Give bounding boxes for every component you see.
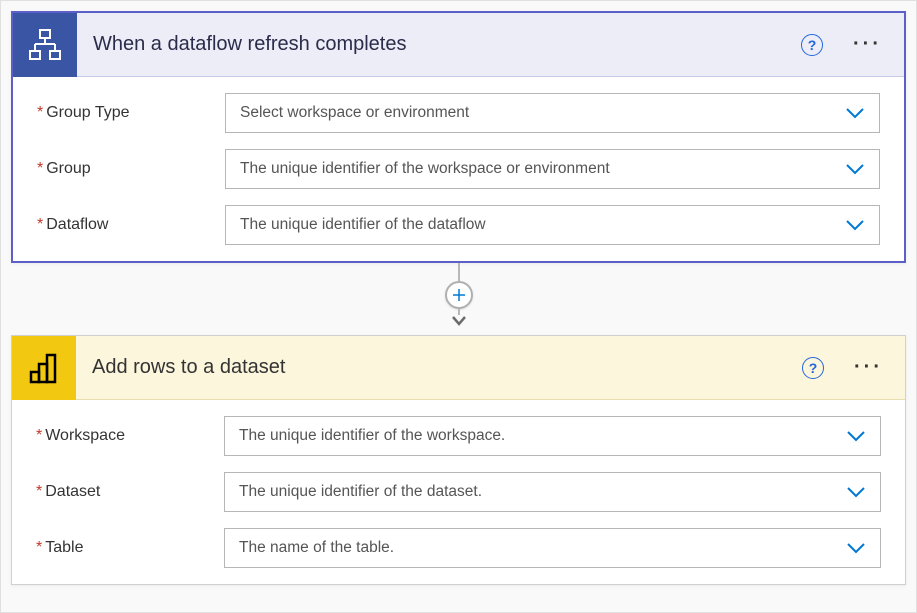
form-row: *Dataset The unique identifier of the da…: [36, 472, 881, 512]
required-star-icon: *: [37, 216, 43, 233]
more-menu-icon[interactable]: ···: [849, 29, 886, 60]
action-card-header[interactable]: Add rows to a dataset ? ···: [12, 336, 905, 400]
field-label: *Dataflow: [37, 216, 225, 234]
chevron-down-icon: [845, 107, 865, 119]
form-row: *Group The unique identifier of the work…: [37, 149, 880, 189]
required-star-icon: *: [36, 483, 42, 500]
field-label: *Dataset: [36, 483, 224, 501]
dropdown-placeholder: The unique identifier of the dataflow: [240, 216, 486, 234]
form-row: *Workspace The unique identifier of the …: [36, 416, 881, 456]
field-label: *Workspace: [36, 427, 224, 445]
action-title: Add rows to a dataset: [92, 356, 786, 379]
dataset-dropdown[interactable]: The unique identifier of the dataset.: [224, 472, 881, 512]
connector-line: [458, 263, 460, 281]
chevron-down-icon: [846, 542, 866, 554]
field-label: *Group: [37, 160, 225, 178]
required-star-icon: *: [36, 427, 42, 444]
chevron-down-icon: [846, 486, 866, 498]
chevron-down-icon: [845, 163, 865, 175]
powerbi-bar-chart-icon: [26, 350, 62, 386]
step-connector: [11, 263, 906, 335]
required-star-icon: *: [37, 160, 43, 177]
dropdown-placeholder: The unique identifier of the dataset.: [239, 483, 482, 501]
action-card: Add rows to a dataset ? ··· *Workspace T…: [11, 335, 906, 585]
field-label: *Table: [36, 539, 224, 557]
table-dropdown[interactable]: The name of the table.: [224, 528, 881, 568]
dropdown-placeholder: The name of the table.: [239, 539, 394, 557]
more-menu-icon[interactable]: ···: [850, 352, 887, 383]
dropdown-placeholder: The unique identifier of the workspace o…: [240, 160, 610, 178]
trigger-card-header[interactable]: When a dataflow refresh completes ? ···: [13, 13, 904, 77]
required-star-icon: *: [37, 104, 43, 121]
trigger-title: When a dataflow refresh completes: [93, 33, 785, 56]
dataflow-branch-icon: [27, 27, 63, 63]
action-card-body: *Workspace The unique identifier of the …: [12, 400, 905, 584]
workspace-dropdown[interactable]: The unique identifier of the workspace.: [224, 416, 881, 456]
help-icon[interactable]: ?: [802, 357, 824, 379]
dropdown-placeholder: The unique identifier of the workspace.: [239, 427, 505, 445]
field-label: *Group Type: [37, 104, 225, 122]
trigger-icon-box: [13, 13, 77, 77]
help-icon[interactable]: ?: [801, 34, 823, 56]
form-row: *Table The name of the table.: [36, 528, 881, 568]
required-star-icon: *: [36, 539, 42, 556]
dropdown-placeholder: Select workspace or environment: [240, 104, 469, 122]
group-dropdown[interactable]: The unique identifier of the workspace o…: [225, 149, 880, 189]
group-type-dropdown[interactable]: Select workspace or environment: [225, 93, 880, 133]
chevron-down-icon: [846, 430, 866, 442]
trigger-card: When a dataflow refresh completes ? ··· …: [11, 11, 906, 263]
trigger-card-body: *Group Type Select workspace or environm…: [13, 77, 904, 261]
dataflow-dropdown[interactable]: The unique identifier of the dataflow: [225, 205, 880, 245]
form-row: *Dataflow The unique identifier of the d…: [37, 205, 880, 245]
plus-icon: [452, 288, 466, 302]
action-icon-box: [12, 336, 76, 400]
form-row: *Group Type Select workspace or environm…: [37, 93, 880, 133]
add-step-button[interactable]: [445, 281, 473, 309]
chevron-down-icon: [845, 219, 865, 231]
arrow-down-icon: [451, 315, 467, 327]
